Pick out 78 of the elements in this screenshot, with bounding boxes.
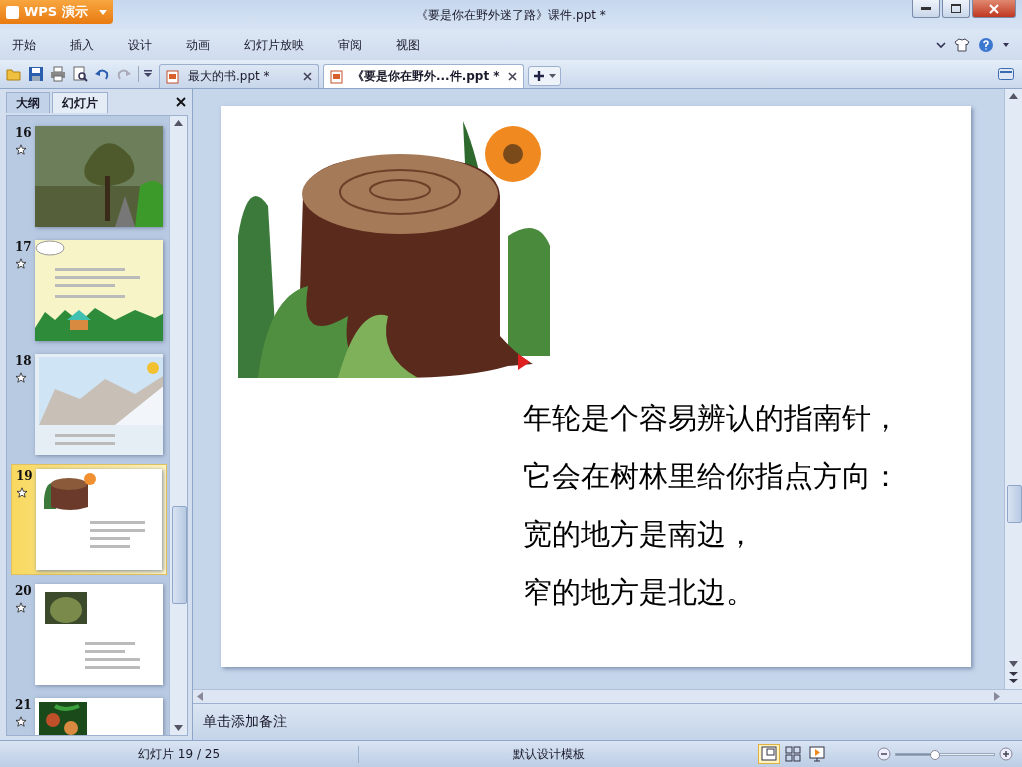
slide-text-line: 窄的地方是北边。 [523, 574, 756, 611]
document-tab[interactable]: 最大的书.ppt * [159, 64, 319, 88]
scroll-up-icon[interactable] [1009, 93, 1018, 99]
printer-icon[interactable] [50, 66, 66, 82]
menu-item[interactable]: 设计 [126, 30, 154, 60]
menu-item[interactable]: 开始 [10, 30, 38, 60]
slide-thumbnail-row[interactable]: 16 [11, 122, 167, 231]
slide-text-line: 它会在树林里给你指点方向： [523, 458, 901, 495]
logo-icon [6, 5, 19, 19]
scroll-up-icon[interactable] [174, 120, 183, 126]
chevron-icon[interactable] [936, 41, 946, 49]
presentation-file-icon [166, 69, 180, 84]
scroll-right-icon[interactable] [994, 692, 1000, 701]
save-icon[interactable] [28, 66, 44, 82]
caret-icon[interactable] [1002, 41, 1010, 49]
undo-icon[interactable] [94, 67, 110, 81]
next-slide-icon[interactable] [1009, 671, 1018, 685]
slide-number: 19 [16, 469, 30, 483]
scroll-thumb[interactable] [1007, 485, 1022, 523]
zoom-out-icon[interactable] [877, 747, 891, 761]
slide-number: 21 [15, 698, 29, 712]
scroll-left-icon[interactable] [197, 692, 203, 701]
panel-tab[interactable]: 大纲 [6, 92, 50, 113]
star-icon [15, 258, 27, 269]
shirt-icon[interactable] [954, 38, 970, 52]
star-icon [16, 487, 28, 498]
slide-number: 16 [15, 126, 29, 140]
panel-tab[interactable]: 幻灯片 [52, 92, 108, 113]
star-icon [15, 716, 27, 727]
minimize-icon [921, 6, 931, 11]
maximize-button[interactable] [942, 0, 970, 18]
close-icon [989, 3, 999, 14]
close-icon[interactable] [176, 97, 186, 107]
slide-thumbnail-row[interactable]: 21 [11, 694, 167, 735]
menu-item[interactable]: 动画 [184, 30, 212, 60]
slide-number: 17 [15, 240, 29, 254]
normal-view-icon[interactable] [759, 745, 779, 763]
scrollbar[interactable] [1004, 89, 1022, 689]
presentation-file-icon [330, 69, 344, 84]
slideshow-icon[interactable] [807, 745, 827, 763]
menu-item[interactable]: 视图 [394, 30, 422, 60]
close-icon[interactable] [507, 72, 517, 81]
caret-icon [548, 73, 556, 79]
slide-thumbnail-row[interactable]: 19 [11, 464, 167, 575]
window-layout-icon[interactable] [998, 68, 1014, 80]
slide-number: 18 [15, 354, 29, 368]
star-icon [15, 602, 27, 613]
scrollbar[interactable] [169, 116, 187, 735]
plus-icon [532, 70, 545, 82]
slide-thumbnail-row[interactable]: 17 [11, 236, 167, 345]
menu-item[interactable]: 幻灯片放映 [242, 30, 306, 60]
print-preview-icon[interactable] [72, 66, 88, 82]
slide-thumbnail-row[interactable]: 20 [11, 580, 167, 689]
star-icon [15, 372, 27, 383]
scroll-thumb[interactable] [172, 506, 187, 604]
grid-view-icon[interactable] [783, 745, 803, 763]
new-tab-button[interactable] [527, 66, 561, 86]
minimize-button[interactable] [912, 0, 940, 18]
close-button[interactable] [972, 0, 1016, 18]
template-name: 默认设计模板 [512, 745, 586, 763]
slide-text-line: 宽的地方是南边， [523, 516, 756, 553]
window-title: 《要是你在野外迷了路》课件.ppt * [415, 7, 607, 24]
slide-number: 20 [15, 584, 29, 598]
slide-thumbnail-row[interactable]: 18 [11, 350, 167, 459]
scroll-down-icon[interactable] [174, 725, 183, 731]
slide-position: 幻灯片 19 / 25 [0, 745, 359, 763]
star-icon [15, 144, 27, 155]
zoom-in-icon[interactable] [999, 747, 1013, 761]
menu-item[interactable]: 审阅 [336, 30, 364, 60]
horizontal-scrollbar[interactable] [193, 689, 1022, 703]
help-icon[interactable] [978, 37, 994, 53]
menu-item[interactable]: 插入 [68, 30, 96, 60]
document-tab[interactable]: 《要是你在野外...件.ppt * [323, 64, 524, 88]
close-icon[interactable] [303, 72, 312, 81]
caret-icon[interactable] [143, 69, 153, 79]
maximize-icon [951, 4, 961, 13]
slide-text-line: 年轮是个容易辨认的指南针， [523, 400, 901, 437]
scroll-down-icon[interactable] [1009, 661, 1018, 667]
